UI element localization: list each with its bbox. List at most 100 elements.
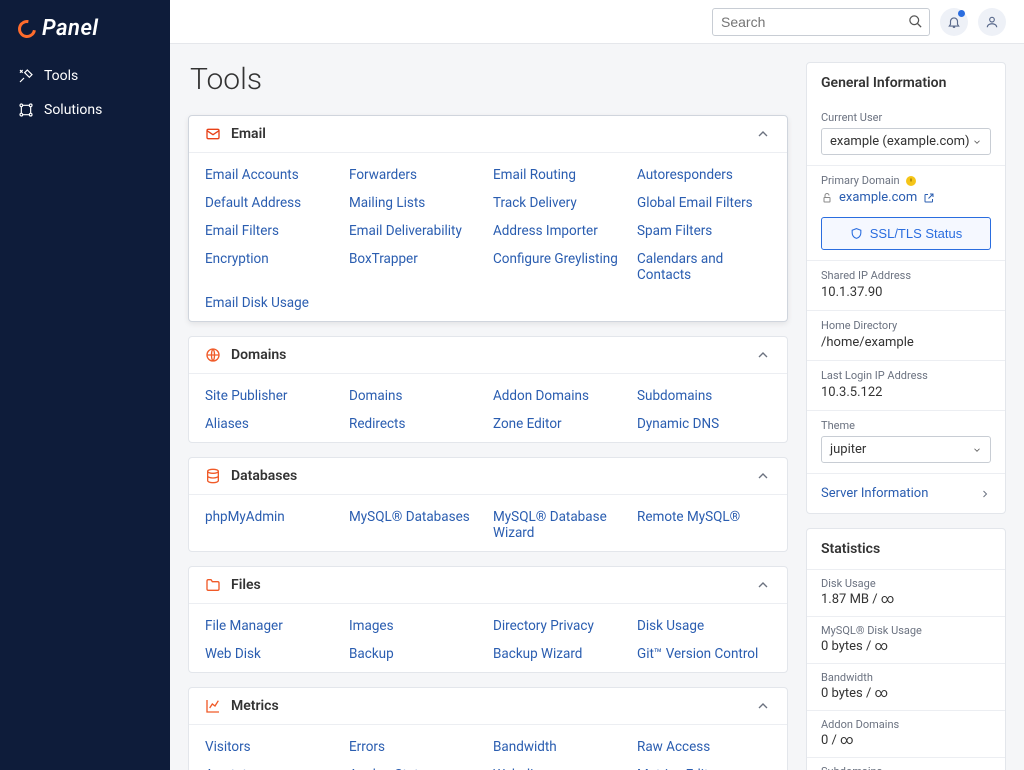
chevron-up-icon <box>755 698 771 714</box>
logo-icon <box>14 16 39 41</box>
tool-link[interactable]: Web Disk <box>205 646 339 662</box>
tool-link[interactable]: Redirects <box>349 416 483 432</box>
tool-link[interactable]: Backup Wizard <box>493 646 627 662</box>
sidebar: Panel Tools Solutions <box>0 0 170 770</box>
tool-link[interactable]: File Manager <box>205 618 339 634</box>
statistics-panel: Statistics Disk Usage1.87 MB / ∞MySQL® D… <box>806 528 1006 770</box>
tool-link[interactable]: Email Deliverability <box>349 223 483 239</box>
logo: Panel <box>0 0 170 59</box>
tool-link[interactable]: MySQL® Databases <box>349 509 483 541</box>
files-grid: File Manager Images Directory Privacy Disk … <box>205 618 771 662</box>
tool-link[interactable]: BoxTrapper <box>349 251 483 283</box>
tool-link[interactable]: Raw Access <box>637 739 771 755</box>
stat-value: 0 bytes / ∞ <box>821 686 991 701</box>
tool-link[interactable]: Mailing Lists <box>349 195 483 211</box>
stat-label: Addon Domains <box>821 718 991 731</box>
tool-link[interactable]: Directory Privacy <box>493 618 627 634</box>
tool-link[interactable]: Email Filters <box>205 223 339 239</box>
tool-link[interactable]: Configure Greylisting <box>493 251 627 283</box>
tool-link[interactable]: Track Delivery <box>493 195 627 211</box>
shield-icon <box>850 227 863 240</box>
section-metrics: Metrics Visitors Errors Bandwidth Raw Acces… <box>188 687 788 770</box>
section-header-domains[interactable]: Domains <box>189 337 787 374</box>
stat-block: Addon Domains 0 / ∞ <box>807 710 1005 757</box>
domains-grid: Site Publisher Domains Addon Domains Subdom… <box>205 388 771 432</box>
chart-icon <box>205 698 221 714</box>
tool-link[interactable]: Aliases <box>205 416 339 432</box>
section-title: Domains <box>231 347 745 363</box>
search-icon <box>908 14 923 29</box>
tool-link[interactable]: Visitors <box>205 739 339 755</box>
sidebar-item-solutions[interactable]: Solutions <box>0 93 170 127</box>
search-wrap <box>712 8 930 36</box>
tool-link[interactable]: MySQL® Database Wizard <box>493 509 627 541</box>
user-button[interactable] <box>978 8 1006 36</box>
chevron-up-icon <box>755 577 771 593</box>
tool-link[interactable]: Email Disk Usage <box>205 295 339 311</box>
tool-link[interactable]: Dynamic DNS <box>637 416 771 432</box>
stat-label: MySQL® Disk Usage <box>821 624 991 637</box>
tool-link[interactable]: Zone Editor <box>493 416 627 432</box>
section-header-databases[interactable]: Databases <box>189 458 787 495</box>
current-user-value: example (example.com) <box>830 134 970 149</box>
section-title: Files <box>231 577 745 593</box>
tool-link[interactable]: Global Email Filters <box>637 195 771 211</box>
tool-link[interactable]: Subdomains <box>637 388 771 404</box>
tool-link[interactable]: Git™ Version Control <box>637 646 771 662</box>
notifications-button[interactable] <box>940 8 968 36</box>
folder-icon <box>205 577 221 593</box>
tool-link[interactable]: Remote MySQL® <box>637 509 771 541</box>
chevron-up-icon <box>755 347 771 363</box>
stat-block: Bandwidth0 bytes / ∞ <box>807 663 1005 710</box>
server-info-label: Server Information <box>821 486 928 501</box>
metrics-grid: VisitorsErrorsBandwidthRaw AccessAwstats… <box>205 739 771 770</box>
home-dir-label: Home Directory <box>821 319 991 332</box>
section-files: Files File Manager Images Directory Privac… <box>188 566 788 673</box>
section-header-metrics[interactable]: Metrics <box>189 688 787 725</box>
sidebar-item-tools[interactable]: Tools <box>0 59 170 93</box>
tool-link[interactable]: Encryption <box>205 251 339 283</box>
theme-select[interactable]: jupiter <box>821 436 991 463</box>
solutions-icon <box>18 102 34 118</box>
section-title: Databases <box>231 468 745 484</box>
tool-link[interactable]: Disk Usage <box>637 618 771 634</box>
tool-link[interactable]: phpMyAdmin <box>205 509 339 541</box>
section-domains: Domains Site Publisher Domains Addon Domai… <box>188 336 788 443</box>
search-input[interactable] <box>712 8 930 36</box>
tool-link[interactable]: Errors <box>349 739 483 755</box>
ssl-status-button[interactable]: SSL/TLS Status <box>821 217 991 250</box>
home-dir-value: /home/example <box>821 335 991 350</box>
tool-link[interactable]: Backup <box>349 646 483 662</box>
stat-block: MySQL® Disk Usage 0 bytes / ∞ <box>807 616 1005 663</box>
stat-value: 0 bytes / ∞ <box>821 639 991 654</box>
stat-block: Disk Usage1.87 MB / ∞ <box>807 569 1005 616</box>
tool-link[interactable]: Default Address <box>205 195 339 211</box>
stat-value: 0 / ∞ <box>821 733 991 748</box>
user-icon <box>985 15 999 29</box>
tool-link[interactable]: Addon Domains <box>493 388 627 404</box>
tool-link[interactable]: Site Publisher <box>205 388 339 404</box>
section-header-files[interactable]: Files <box>189 567 787 604</box>
tool-link[interactable]: Spam Filters <box>637 223 771 239</box>
tool-link[interactable]: Address Importer <box>493 223 627 239</box>
chevron-up-icon <box>755 126 771 142</box>
database-icon <box>205 468 221 484</box>
server-info-link[interactable]: Server Information <box>807 473 1005 513</box>
section-title: Email <box>231 126 745 142</box>
tool-link[interactable]: Email Routing <box>493 167 627 183</box>
section-header-email[interactable]: Email <box>189 116 787 153</box>
general-info-panel: General Information Current User example… <box>806 62 1006 514</box>
tool-link[interactable]: Forwarders <box>349 167 483 183</box>
tool-link[interactable]: Calendars and Contacts <box>637 251 771 283</box>
tool-link[interactable]: Bandwidth <box>493 739 627 755</box>
tool-link[interactable]: Email Accounts <box>205 167 339 183</box>
general-info-heading: General Information <box>807 63 1005 103</box>
tool-link[interactable]: Images <box>349 618 483 634</box>
current-user-select[interactable]: example (example.com) <box>821 128 991 155</box>
stat-label: Disk Usage <box>821 577 991 590</box>
tool-link[interactable]: Autoresponders <box>637 167 771 183</box>
last-login-value: 10.3.5.122 <box>821 385 991 400</box>
primary-domain-link[interactable]: example.com <box>839 190 917 205</box>
tool-link[interactable]: Domains <box>349 388 483 404</box>
sidebar-item-label: Tools <box>44 68 78 84</box>
